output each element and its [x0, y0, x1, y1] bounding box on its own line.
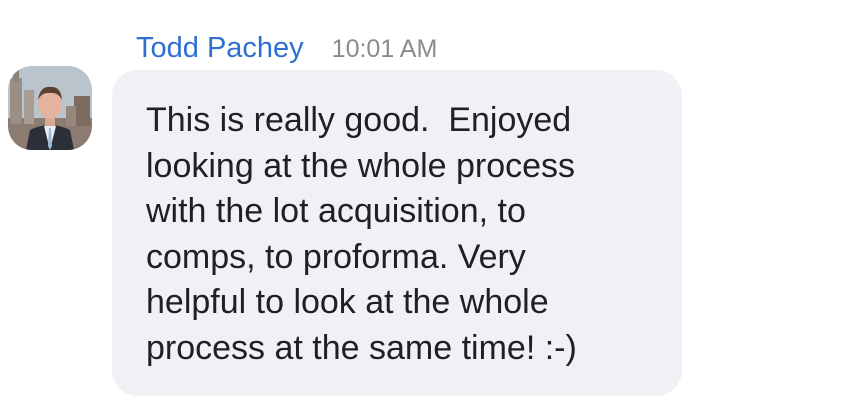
message-text-line: with the lot acquisition, to: [146, 192, 526, 230]
sender-name[interactable]: Todd Pachey: [136, 28, 304, 68]
message-text-line: looking at the whole process: [146, 146, 576, 185]
message-header: Todd Pachey 10:01 AM: [136, 28, 437, 68]
avatar[interactable]: [8, 66, 92, 150]
message-text-line: helpful to look at the whole: [146, 283, 549, 321]
chat-message: Todd Pachey 10:01 AM This is really good…: [0, 0, 860, 408]
message-bubble: This is really good. Enjoyed looking at …: [112, 70, 682, 396]
message-timestamp: 10:01 AM: [331, 35, 438, 63]
message-text-line: process at the same time! :-): [146, 328, 577, 367]
message-text: This is really good. Enjoyed looking at …: [146, 98, 662, 371]
message-text-line: This is really good. Enjoyed: [146, 101, 572, 139]
message-text-line: comps, to proforma. Very: [146, 237, 526, 276]
avatar-photo-image: [8, 66, 92, 150]
